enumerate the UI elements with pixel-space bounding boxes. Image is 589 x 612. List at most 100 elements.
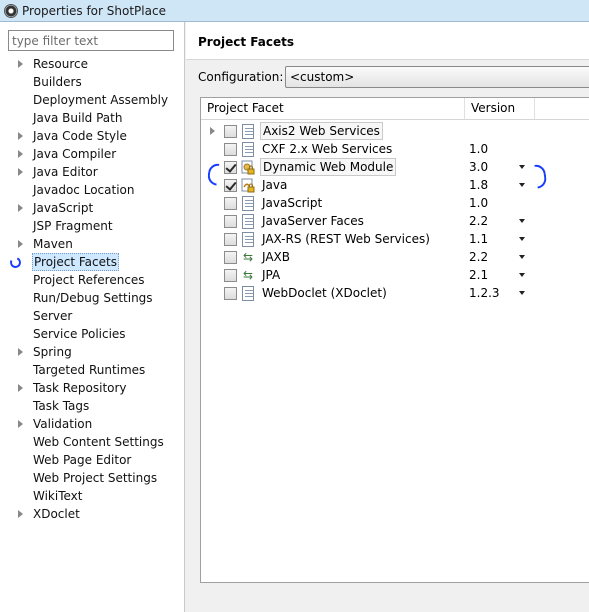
sidebar-item-javadoc-location[interactable]: Javadoc Location — [0, 181, 184, 199]
version-dropdown-icon[interactable] — [519, 183, 525, 187]
sidebar-item-targeted-runtimes[interactable]: Targeted Runtimes — [0, 361, 184, 379]
sidebar-item-label: Project Facets — [32, 253, 119, 271]
sidebar-item-java-compiler[interactable]: Java Compiler — [0, 145, 184, 163]
version-dropdown-icon[interactable] — [519, 255, 525, 259]
sidebar-item-run-debug-settings[interactable]: Run/Debug Settings — [0, 289, 184, 307]
document-icon — [242, 232, 254, 247]
sidebar-item-label: Web Page Editor — [33, 453, 132, 467]
version-dropdown-icon[interactable] — [519, 237, 525, 241]
facet-checkbox[interactable] — [224, 125, 237, 138]
sidebar-item-label: Project References — [33, 273, 145, 287]
facet-name: Dynamic Web Module — [260, 158, 397, 176]
version-dropdown-icon[interactable] — [519, 273, 525, 277]
facet-checkbox[interactable] — [224, 233, 237, 246]
page-header: Project Facets — [186, 22, 589, 60]
expand-arrow-icon[interactable] — [18, 168, 23, 176]
sidebar-item-maven[interactable]: Maven — [0, 235, 184, 253]
sidebar-item-label: Java Build Path — [33, 111, 123, 125]
facet-row-javaserver-faces[interactable]: JavaServer Faces 2.2 — [201, 212, 589, 230]
facet-version[interactable]: 1.2.3 — [469, 285, 500, 301]
facet-version[interactable]: 1.0 — [469, 141, 488, 157]
sidebar-item-resource[interactable]: Resource — [0, 55, 184, 73]
filter-input[interactable] — [8, 30, 174, 51]
facet-row-javascript[interactable]: JavaScript 1.0 — [201, 194, 589, 212]
sidebar-item-javascript[interactable]: JavaScript — [0, 199, 184, 217]
sidebar-item-label: Java Editor — [33, 165, 98, 179]
facet-version[interactable]: 1.1 — [469, 231, 488, 247]
expand-arrow-icon[interactable] — [18, 150, 23, 158]
configuration-label: Configuration: — [198, 70, 284, 84]
facet-version[interactable]: 1.0 — [469, 195, 488, 211]
sidebar-item-validation[interactable]: Validation — [0, 415, 184, 433]
sidebar-item-label: Service Policies — [33, 327, 126, 341]
sidebar-item-wikitext[interactable]: WikiText — [0, 487, 184, 505]
sidebar-item-builders[interactable]: Builders — [0, 73, 184, 91]
expand-arrow-icon[interactable] — [18, 420, 23, 428]
sidebar-item-project-facets[interactable]: Project Facets — [0, 253, 184, 271]
facet-version[interactable]: 2.2 — [469, 249, 488, 265]
sidebar-item-java-editor[interactable]: Java Editor — [0, 163, 184, 181]
facet-checkbox[interactable] — [224, 197, 237, 210]
facet-name: JAX-RS (REST Web Services) — [262, 232, 430, 246]
sidebar-item-xdoclet[interactable]: XDoclet — [0, 505, 184, 523]
version-dropdown-icon[interactable] — [519, 291, 525, 295]
facet-version[interactable]: 1.8 — [469, 177, 488, 193]
expand-arrow-icon[interactable] — [18, 60, 23, 68]
facet-row-cxf-2-x-web-services[interactable]: CXF 2.x Web Services 1.0 — [201, 140, 589, 158]
facet-row-jax-rs-rest-web-services[interactable]: JAX-RS (REST Web Services) 1.1 — [201, 230, 589, 248]
sidebar-item-spring[interactable]: Spring — [0, 343, 184, 361]
facet-checkbox[interactable] — [224, 287, 237, 300]
facet-checkbox[interactable] — [224, 251, 237, 264]
sidebar-item-task-repository[interactable]: Task Repository — [0, 379, 184, 397]
facet-row-webdoclet-xdoclet[interactable]: WebDoclet (XDoclet) 1.2.3 — [201, 284, 589, 302]
sidebar-item-label: Targeted Runtimes — [33, 363, 146, 377]
sidebar-item-java-build-path[interactable]: Java Build Path — [0, 109, 184, 127]
facet-row-dynamic-web-module[interactable]: Dynamic Web Module 3.0 — [201, 158, 589, 176]
facet-name: JavaServer Faces — [262, 214, 364, 228]
facet-version[interactable]: 2.1 — [469, 267, 488, 283]
sidebar-item-jsp-fragment[interactable]: JSP Fragment — [0, 217, 184, 235]
annotation-circle-mark — [8, 255, 23, 270]
expand-arrow-icon[interactable] — [18, 510, 23, 518]
facet-version[interactable]: 2.2 — [469, 213, 488, 229]
version-dropdown-icon[interactable] — [519, 165, 525, 169]
facet-checkbox[interactable] — [224, 215, 237, 228]
configuration-select[interactable]: <custom> — [285, 66, 589, 88]
document-icon — [242, 214, 254, 229]
column-header-version[interactable]: Version — [465, 98, 535, 120]
page-title: Project Facets — [198, 35, 294, 49]
document-icon — [242, 286, 254, 301]
sidebar-item-label: Builders — [33, 75, 82, 89]
expand-arrow-icon[interactable] — [18, 132, 23, 140]
facet-row-jaxb[interactable]: ⇆ JAXB 2.2 — [201, 248, 589, 266]
facet-checkbox[interactable] — [224, 161, 237, 174]
main-panel: Project Facets Configuration: <custom> P… — [186, 22, 589, 612]
facet-version[interactable]: 3.0 — [469, 159, 488, 175]
facet-checkbox[interactable] — [224, 269, 237, 282]
facet-row-jpa[interactable]: ⇆ JPA 2.1 — [201, 266, 589, 284]
sidebar-item-web-project-settings[interactable]: Web Project Settings — [0, 469, 184, 487]
sidebar-item-label: Resource — [33, 57, 89, 71]
sidebar-item-label: Web Content Settings — [33, 435, 164, 449]
sidebar-item-server[interactable]: Server — [0, 307, 184, 325]
sidebar-item-service-policies[interactable]: Service Policies — [0, 325, 184, 343]
preferences-sidebar: Resource Builders Deployment Assembly Java … — [0, 22, 185, 612]
expand-arrow-icon[interactable] — [18, 384, 23, 392]
facet-row-java[interactable]: Java 1.8 — [201, 176, 589, 194]
facet-name: WebDoclet (XDoclet) — [262, 286, 387, 300]
sidebar-item-project-references[interactable]: Project References — [0, 271, 184, 289]
version-dropdown-icon[interactable] — [519, 219, 525, 223]
expand-arrow-icon[interactable] — [18, 204, 23, 212]
facet-checkbox[interactable] — [224, 179, 237, 192]
sidebar-item-web-content-settings[interactable]: Web Content Settings — [0, 433, 184, 451]
expand-arrow-icon[interactable] — [18, 240, 23, 248]
sidebar-item-task-tags[interactable]: Task Tags — [0, 397, 184, 415]
expand-arrow-icon[interactable] — [18, 348, 23, 356]
facet-checkbox[interactable] — [224, 143, 237, 156]
facet-row-axis2-web-services[interactable]: Axis2 Web Services — [201, 122, 589, 140]
sidebar-item-deployment-assembly[interactable]: Deployment Assembly — [0, 91, 184, 109]
sidebar-item-java-code-style[interactable]: Java Code Style — [0, 127, 184, 145]
expand-arrow-icon[interactable] — [210, 127, 215, 135]
sidebar-item-web-page-editor[interactable]: Web Page Editor — [0, 451, 184, 469]
column-header-facet[interactable]: Project Facet — [201, 98, 465, 120]
